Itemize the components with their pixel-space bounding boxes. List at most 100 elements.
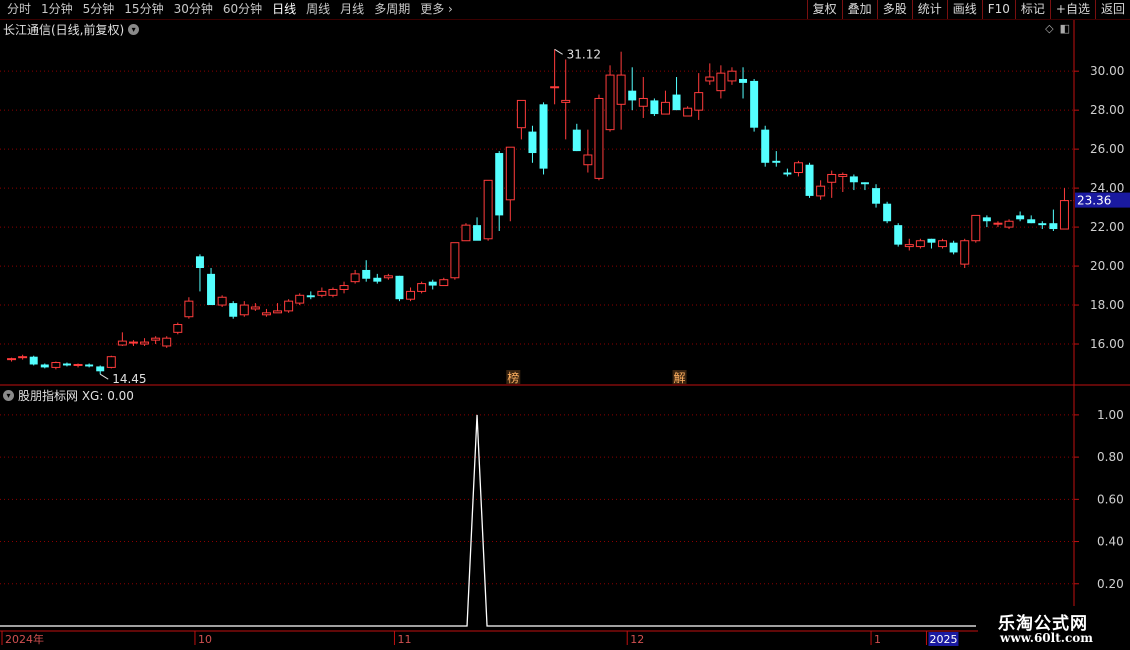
period-tab-2[interactable]: 5分钟: [78, 0, 120, 19]
candle-body-7: [85, 364, 94, 367]
toolbar-button-3[interactable]: 统计: [911, 0, 947, 19]
event-marker-box-0: [506, 370, 521, 384]
candle-body-15: [173, 324, 183, 333]
candle-body-60: [672, 94, 681, 111]
period-tab-9[interactable]: 多周期: [369, 0, 415, 19]
high-pointer: [554, 48, 563, 55]
candle-body-33: [373, 277, 382, 282]
candle-body-94: [1049, 223, 1058, 230]
period-toolbar: 分时 1分钟 5分钟 15分钟 30分钟 60分钟 日线 周线 月线 多周期 更多 › 复权 叠加 多股…: [0, 0, 1130, 20]
candle-body-92: [1027, 219, 1036, 224]
candle-body-70: [783, 172, 792, 175]
candle-body-61: [683, 107, 693, 117]
candle-body-13: [151, 337, 161, 341]
candle-body-10: [117, 340, 127, 346]
toolbar-button-0[interactable]: 复权: [806, 0, 842, 19]
candle-body-59: [660, 101, 670, 115]
candle-body-66: [739, 78, 748, 83]
kline-chart: 16.00 18.00 20.00 22.00 24.00 26.00 28.00 30.00…: [0, 20, 1130, 646]
x-tick-label-0: 2024年: [5, 632, 44, 646]
candle-body-40: [450, 242, 460, 279]
candle-body-84: [938, 240, 948, 248]
candle-body-81: [904, 244, 914, 248]
xg-line: [0, 414, 976, 627]
period-tab-6[interactable]: 日线: [267, 0, 301, 19]
diamond-icon[interactable]: ◇: [1045, 22, 1053, 35]
candle-body-52: [583, 154, 593, 166]
candle-body-68: [761, 129, 770, 163]
period-tab-5[interactable]: 60分钟: [218, 0, 267, 19]
low-pointer: [99, 373, 109, 380]
candle-body-24: [273, 310, 283, 314]
candle-body-77: [860, 182, 869, 185]
candle-body-62: [694, 92, 704, 111]
candle-body-28: [317, 290, 327, 296]
candle-body-44: [495, 153, 504, 216]
candle-body-88: [982, 217, 991, 222]
period-tab-8[interactable]: 月线: [335, 0, 369, 19]
candle-body-87: [971, 214, 981, 242]
x-tick-label-3: 12: [630, 633, 644, 646]
period-tab-0[interactable]: 分时: [2, 0, 36, 19]
x-tick-label-4: 1: [874, 633, 881, 646]
candle-body-20: [229, 303, 238, 317]
x-tick-label-5: 2025: [929, 633, 957, 646]
candle-body-26: [295, 294, 305, 304]
indicator-title: 股朋指标网 XG: 0.00: [18, 389, 134, 403]
candle-body-45: [505, 146, 515, 201]
chevron-down-icon[interactable]: ▾: [3, 390, 14, 401]
candle-body-25: [284, 300, 294, 312]
candle-body-86: [960, 240, 970, 265]
y-tick-label-2: 20.00: [1090, 259, 1124, 273]
candle-body-71: [793, 162, 803, 174]
candle-body-6: [73, 363, 83, 366]
candle-body-19: [217, 296, 227, 306]
candle-body-58: [650, 100, 659, 115]
period-tab-7[interactable]: 周线: [301, 0, 335, 19]
candle-body-91: [1016, 215, 1025, 220]
period-tab-10[interactable]: 更多 ›: [415, 0, 458, 19]
panel-toggle-icon[interactable]: ◧: [1060, 22, 1070, 35]
toolbar-button-6[interactable]: 标记: [1014, 0, 1050, 19]
toolbar-button-2[interactable]: 多股: [876, 0, 912, 19]
low-label: 14.45: [112, 372, 146, 386]
ind-y-tick-label-3: 0.80: [1097, 450, 1124, 464]
candle-body-27: [306, 295, 315, 298]
ind-y-tick-label-0: 0.20: [1097, 577, 1124, 591]
candle-body-56: [628, 90, 637, 101]
period-tabs: 分时 1分钟 5分钟 15分钟 30分钟 60分钟 日线 周线 月线 多周期 更多 ›: [2, 0, 458, 19]
toolbar-button-5[interactable]: F10: [981, 0, 1015, 19]
toolbar-button-4[interactable]: 画线: [946, 0, 982, 19]
candle-body-35: [395, 275, 404, 300]
main-chart-title-bar: 长江通信(日线,前复权) ▾: [3, 21, 140, 38]
current-price-box: [1075, 192, 1130, 208]
event-marker-1: 解: [674, 371, 686, 385]
event-marker-box-1: [672, 370, 687, 384]
candle-body-23: [261, 312, 271, 316]
candle-body-90: [1004, 220, 1014, 228]
toolbar-button-7[interactable]: +自选: [1049, 0, 1095, 19]
period-tab-1[interactable]: 1分钟: [36, 0, 78, 19]
candle-body-9: [106, 356, 116, 368]
period-tab-4[interactable]: 30分钟: [169, 0, 218, 19]
current-price-label: 23.36: [1077, 194, 1111, 208]
chevron-down-icon[interactable]: ▾: [128, 24, 140, 35]
candle-body-42: [473, 225, 482, 241]
y-tick-label-5: 26.00: [1090, 142, 1124, 156]
toolbar-button-8[interactable]: 返回: [1094, 0, 1130, 19]
toolbar-button-1[interactable]: 叠加: [841, 0, 877, 19]
candle-body-57: [638, 97, 648, 107]
y-tick-label-6: 28.00: [1090, 103, 1124, 117]
candle-body-22: [250, 306, 260, 310]
candle-body-55: [616, 74, 626, 105]
watermark-url: www.60lt.com: [1000, 631, 1093, 645]
period-tab-3[interactable]: 15分钟: [119, 0, 168, 19]
high-label: 31.12: [567, 47, 601, 61]
year-box: [928, 632, 959, 646]
toolbar-buttons: 复权 叠加 多股 统计 画线 F10 标记 +自选 返回: [806, 0, 1130, 19]
candle-body-63: [705, 76, 715, 82]
candle-body-12: [140, 341, 150, 345]
x-tick-label-2: 11: [397, 633, 411, 646]
candle-body-78: [872, 188, 881, 204]
candle-body-38: [428, 281, 437, 286]
